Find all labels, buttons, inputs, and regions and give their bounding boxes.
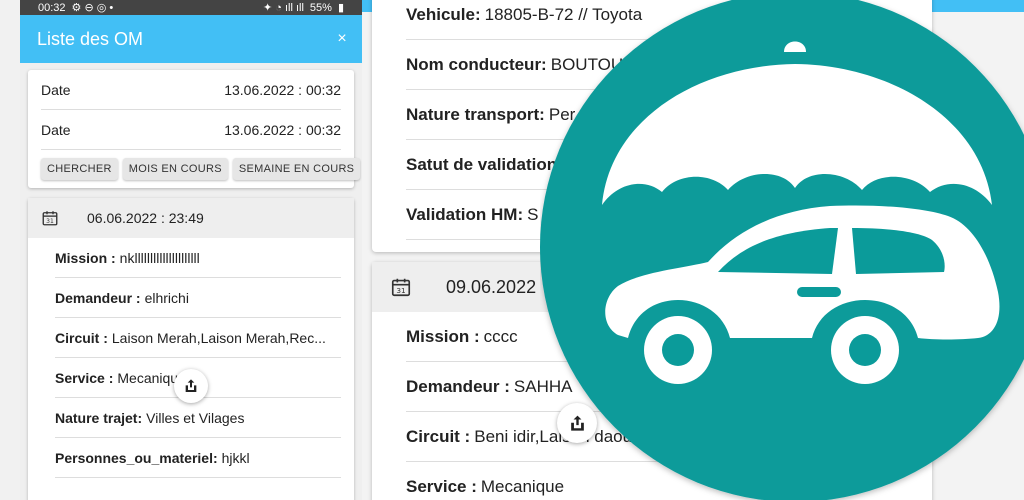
om-card[interactable]: 31 06.06.2022 : 23:49 Mission : nklllllll… — [28, 198, 354, 500]
field-mission: Mission : nklllllllllllllllllllll — [55, 238, 341, 278]
svg-text:31: 31 — [46, 218, 54, 225]
date-to-row[interactable]: Date 13.06.2022 : 00:32 — [41, 110, 341, 150]
om-date: 09.06.2022 — [446, 276, 537, 297]
field-circuit: Circuit : Laison Merah,Laison Merah,Rec..… — [55, 318, 341, 358]
calendar-icon: 31 — [391, 278, 411, 297]
app-title: Liste des OM — [37, 28, 144, 49]
field-nature-trajet: Nature trajet: Villes et Vilages — [55, 398, 341, 438]
notification-icons: ⚙ ⊖ ◎ • — [71, 2, 114, 14]
date-from-row[interactable]: Date 13.06.2022 : 00:32 — [41, 70, 341, 110]
share-icon — [185, 379, 197, 392]
signal-icons: ✦ ◔ ıll ıll — [262, 2, 304, 14]
calendar-icon: 31 — [42, 211, 58, 226]
status-bar: 00:32 ⚙ ⊖ ◎ • ✦ ◔ ıll ıll 55% ▮ — [20, 0, 362, 15]
svg-text:31: 31 — [396, 286, 405, 295]
app-bar: Liste des OM × — [20, 15, 362, 63]
search-button[interactable]: CHERCHER — [41, 158, 118, 180]
car-umbrella-logo-icon — [540, 0, 1024, 500]
filter-card: Date 13.06.2022 : 00:32 Date 13.06.2022 … — [28, 70, 361, 188]
field-personnes-materiel: Personnes_ou_materiel: hjkkl — [55, 438, 341, 478]
field-demandeur: Demandeur : elhrichi — [55, 278, 341, 318]
date-label: Date — [41, 81, 71, 98]
share-button[interactable] — [174, 369, 208, 403]
om-card-header: 31 06.06.2022 : 23:49 — [28, 198, 354, 238]
om-date: 06.06.2022 : 23:49 — [87, 210, 204, 226]
left-phone-screen: 00:32 ⚙ ⊖ ◎ • ✦ ◔ ıll ıll 55% ▮ Liste de… — [20, 0, 362, 500]
current-month-button[interactable]: MOIS EN COURS — [122, 158, 228, 180]
status-time: 00:32 — [38, 1, 66, 14]
battery-level: 55% — [309, 1, 332, 14]
current-week-button[interactable]: SEMAINE EN COURS — [232, 158, 361, 180]
close-icon[interactable]: × — [330, 30, 354, 48]
date-value: 13.06.2022 : 00:32 — [224, 81, 341, 98]
date-value: 13.06.2022 : 00:32 — [224, 121, 341, 138]
date-label: Date — [41, 121, 71, 138]
battery-icon: ▮ — [337, 2, 344, 14]
